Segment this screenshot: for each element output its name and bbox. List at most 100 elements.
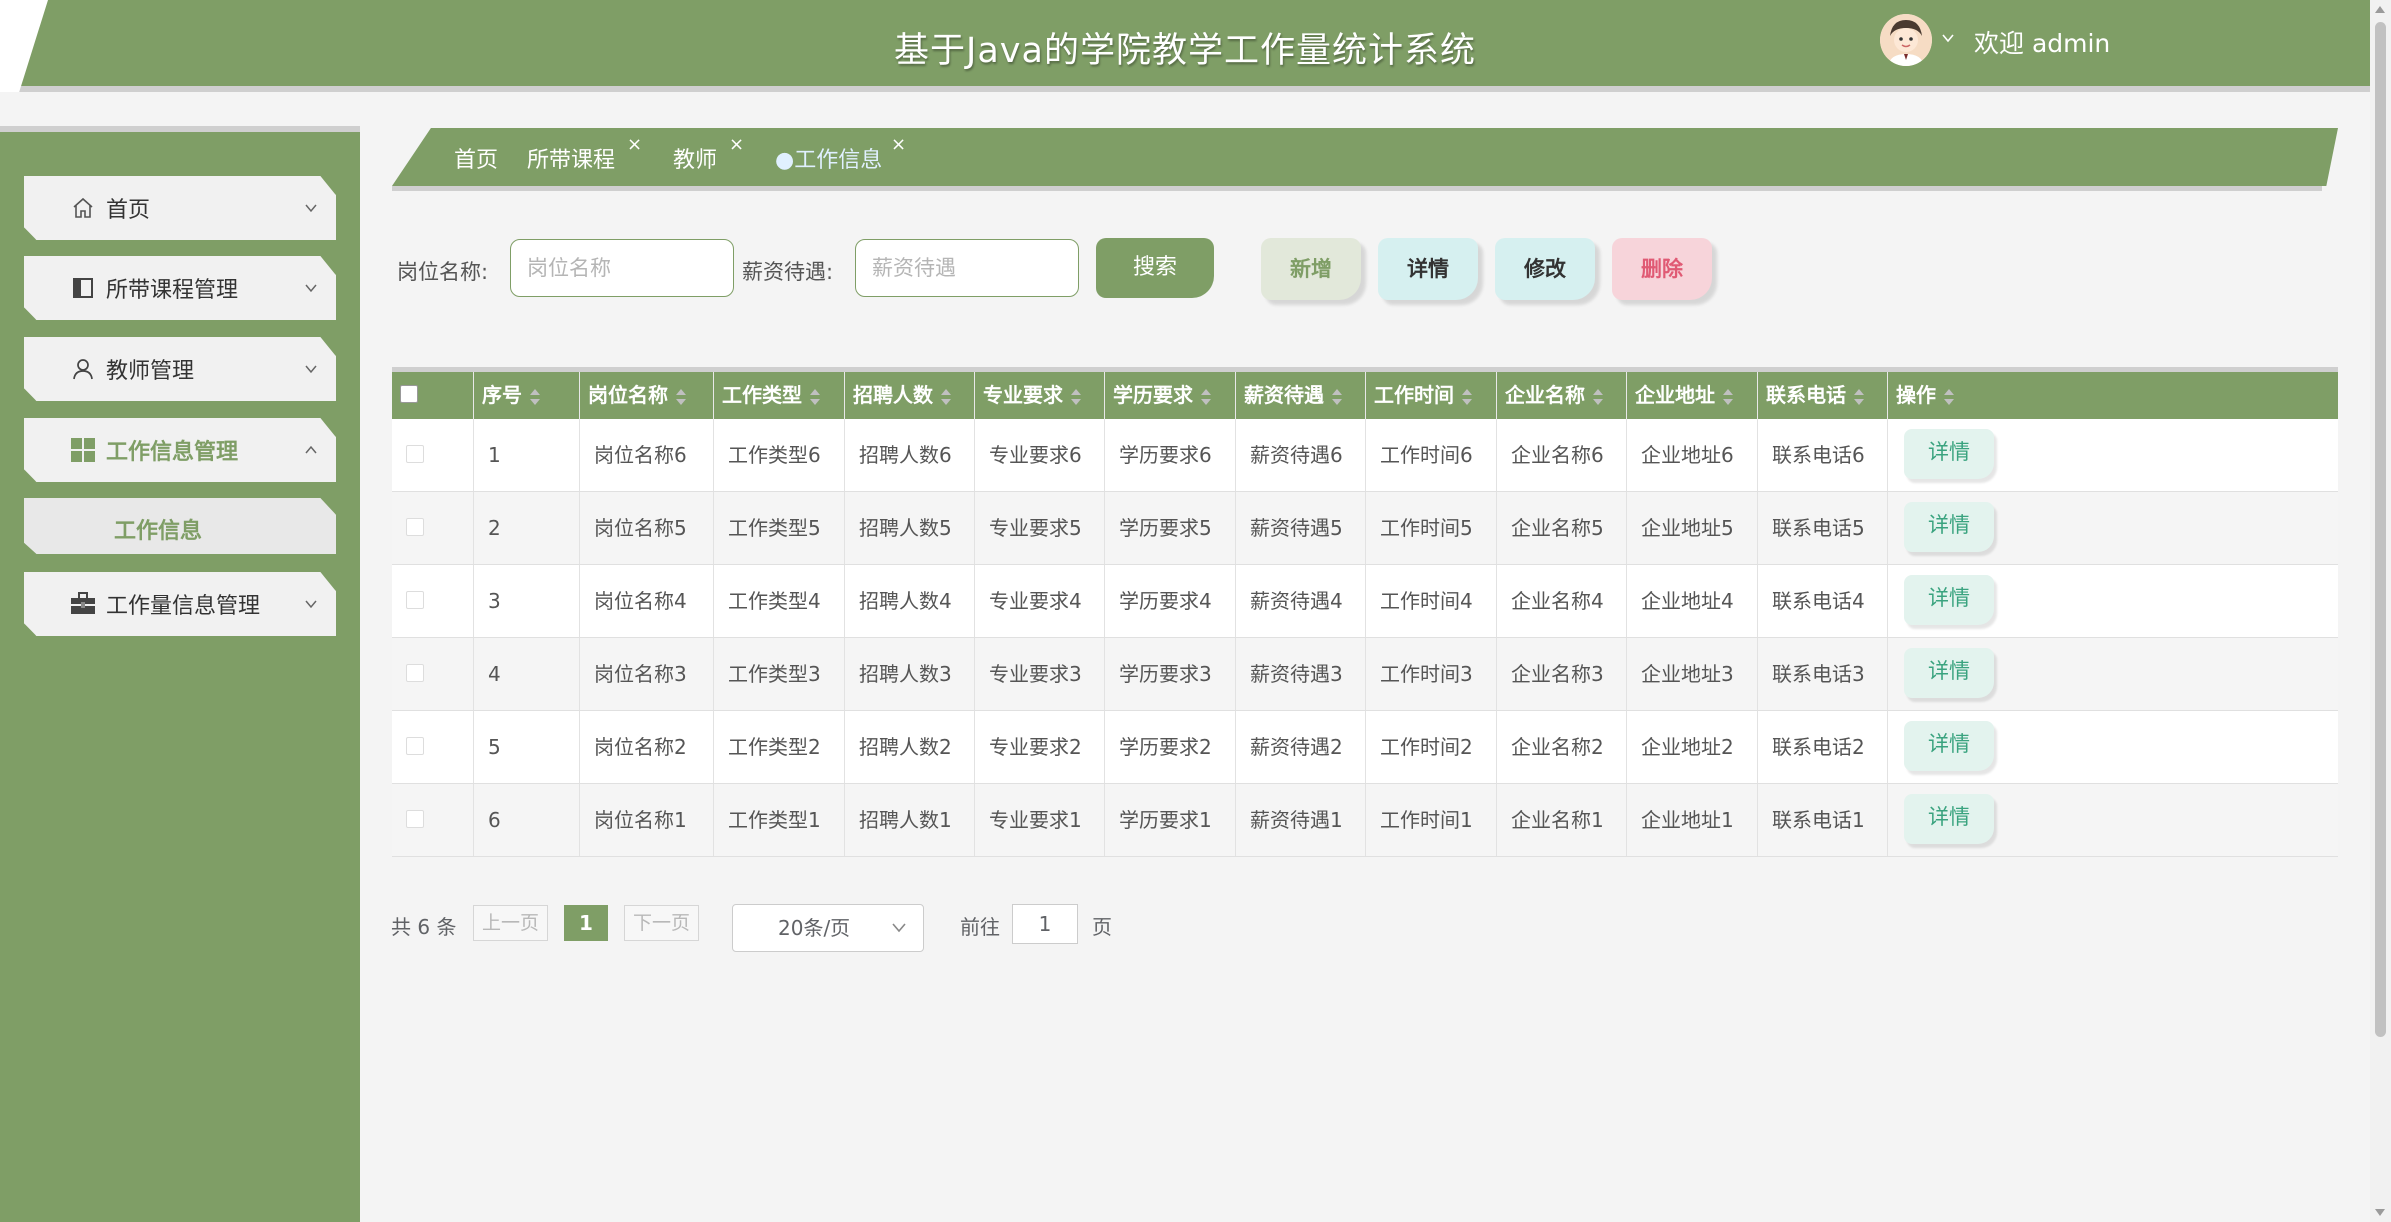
close-icon[interactable]: × (627, 134, 642, 155)
tab-job-info[interactable]: ●工作信息 × (775, 134, 906, 174)
sort-icon[interactable] (1854, 388, 1864, 406)
sort-icon[interactable] (1944, 388, 1954, 406)
cell-type: 工作类型5 (714, 492, 845, 564)
grid-icon (70, 437, 96, 463)
col-header-position[interactable]: 岗位名称 (580, 372, 714, 419)
col-header-label: 企业名称 (1505, 383, 1585, 407)
search-button[interactable]: 搜索 (1096, 238, 1214, 298)
row-detail-button[interactable]: 详情 (1904, 794, 1994, 844)
welcome-text[interactable]: 欢迎 admin (1974, 24, 2110, 60)
col-header-company[interactable]: 企业名称 (1497, 372, 1627, 419)
col-header-actions[interactable]: 操作 (1888, 372, 2338, 419)
sort-icon[interactable] (1593, 388, 1603, 406)
vertical-scrollbar[interactable] (2370, 0, 2391, 1222)
sort-icon[interactable] (530, 388, 540, 406)
cell-position: 岗位名称2 (580, 711, 714, 783)
sidebar-item-teachers[interactable]: 教师管理 (24, 337, 336, 401)
edit-button[interactable]: 修改 (1495, 238, 1595, 300)
page-size-select[interactable]: 20条/页 (732, 904, 924, 952)
sort-icon[interactable] (810, 388, 820, 406)
col-header-address[interactable]: 企业地址 (1627, 372, 1758, 419)
detail-button[interactable]: 详情 (1378, 238, 1478, 300)
cell-phone: 联系电话3 (1758, 638, 1888, 710)
col-header-type[interactable]: 工作类型 (714, 372, 845, 419)
row-detail-button[interactable]: 详情 (1904, 721, 1994, 771)
delete-button[interactable]: 删除 (1612, 238, 1712, 300)
cell-address: 企业地址5 (1627, 492, 1758, 564)
page-number-current[interactable]: 1 (564, 905, 608, 941)
table-header: 序号 岗位名称 工作类型 招聘人数 专业要求 学历要求 薪资待遇 工作时间 企业… (392, 367, 2338, 419)
sidebar-item-home[interactable]: 首页 (24, 176, 336, 240)
table-row[interactable]: 6 岗位名称1 工作类型1 招聘人数1 专业要求1 学历要求1 薪资待遇1 工作时间1 企业名称… (392, 784, 2338, 857)
submenu-item-label: 工作信息 (114, 519, 203, 544)
sidebar-item-job-info[interactable]: 工作信息管理 (24, 418, 336, 482)
submenu-item-job-info[interactable]: 工作信息 (24, 498, 336, 554)
select-all-checkbox[interactable] (400, 385, 418, 403)
table-row[interactable]: 2 岗位名称5 工作类型5 招聘人数5 专业要求5 学历要求5 薪资待遇5 工作时间5 企业名称… (392, 492, 2338, 565)
sort-icon[interactable] (1462, 388, 1472, 406)
table-row[interactable]: 4 岗位名称3 工作类型3 招聘人数3 专业要求3 学历要求3 薪资待遇3 工作时间3 企业名称… (392, 638, 2338, 711)
prev-page-button[interactable]: 上一页 (473, 905, 549, 941)
select-all-cell (392, 372, 474, 419)
row-checkbox[interactable] (406, 810, 424, 828)
row-checkbox[interactable] (406, 591, 424, 609)
sort-icon[interactable] (1332, 388, 1342, 406)
cell-education: 学历要求3 (1105, 638, 1236, 710)
table-row[interactable]: 5 岗位名称2 工作类型2 招聘人数2 专业要求2 学历要求2 薪资待遇2 工作时间2 企业名称… (392, 711, 2338, 784)
scroll-down-arrow-icon[interactable] (2375, 1209, 2385, 1216)
total-count: 共 6 条 (391, 915, 457, 939)
sidebar-item-label: 所带课程管理 (106, 278, 239, 303)
scroll-up-arrow-icon[interactable] (2375, 6, 2385, 13)
cell-time: 工作时间5 (1366, 492, 1497, 564)
row-detail-button[interactable]: 详情 (1904, 429, 1994, 479)
row-detail-button[interactable]: 详情 (1904, 575, 1994, 625)
row-checkbox[interactable] (406, 518, 424, 536)
col-header-salary[interactable]: 薪资待遇 (1236, 372, 1366, 419)
col-header-education[interactable]: 学历要求 (1105, 372, 1236, 419)
table-row[interactable]: 1 岗位名称6 工作类型6 招聘人数6 专业要求6 学历要求6 薪资待遇6 工作时间6 企业名称… (392, 419, 2338, 492)
row-detail-button[interactable]: 详情 (1904, 648, 1994, 698)
col-header-major[interactable]: 专业要求 (975, 372, 1105, 419)
cell-select (392, 419, 474, 491)
sort-icon[interactable] (676, 388, 686, 406)
col-header-time[interactable]: 工作时间 (1366, 372, 1497, 419)
tab-teachers[interactable]: 教师 × (673, 134, 744, 174)
close-icon[interactable]: × (891, 134, 906, 155)
sidebar-item-label: 首页 (106, 198, 151, 223)
col-header-no[interactable]: 序号 (474, 372, 580, 419)
row-checkbox[interactable] (406, 445, 424, 463)
add-button[interactable]: 新增 (1261, 238, 1361, 300)
cell-select (392, 638, 474, 710)
close-icon[interactable]: × (729, 134, 744, 155)
cell-time: 工作时间3 (1366, 638, 1497, 710)
cell-count: 招聘人数5 (845, 492, 975, 564)
row-checkbox[interactable] (406, 737, 424, 755)
cell-phone: 联系电话6 (1758, 419, 1888, 491)
row-checkbox[interactable] (406, 664, 424, 682)
cell-education: 学历要求5 (1105, 492, 1236, 564)
next-page-button[interactable]: 下一页 (624, 905, 700, 941)
goto-page-input[interactable]: 1 (1012, 904, 1078, 944)
sort-icon[interactable] (1201, 388, 1211, 406)
position-name-input[interactable] (510, 239, 734, 297)
tabs-bar: 首页 所带课程 × 教师 × ●工作信息 × (392, 128, 2338, 186)
chevron-down-icon[interactable] (1940, 30, 1956, 46)
cell-major: 专业要求5 (975, 492, 1105, 564)
col-header-count[interactable]: 招聘人数 (845, 372, 975, 419)
salary-input[interactable] (855, 239, 1079, 297)
sidebar-item-courses[interactable]: 所带课程管理 (24, 256, 336, 320)
col-header-label: 学历要求 (1113, 383, 1193, 407)
tab-home[interactable]: 首页 (454, 142, 498, 174)
row-detail-button[interactable]: 详情 (1904, 502, 1994, 552)
cell-salary: 薪资待遇4 (1236, 565, 1366, 637)
sort-icon[interactable] (941, 388, 951, 406)
scrollbar-thumb[interactable] (2375, 22, 2386, 1037)
table-row[interactable]: 3 岗位名称4 工作类型4 招聘人数4 专业要求4 学历要求4 薪资待遇4 工作时间4 企业名称… (392, 565, 2338, 638)
sort-icon[interactable] (1723, 388, 1733, 406)
col-header-phone[interactable]: 联系电话 (1758, 372, 1888, 419)
avatar[interactable] (1880, 14, 1932, 66)
sidebar-item-workload[interactable]: 工作量信息管理 (24, 572, 336, 636)
cell-position: 岗位名称3 (580, 638, 714, 710)
sort-icon[interactable] (1071, 388, 1081, 406)
tab-courses[interactable]: 所带课程 × (527, 134, 642, 174)
